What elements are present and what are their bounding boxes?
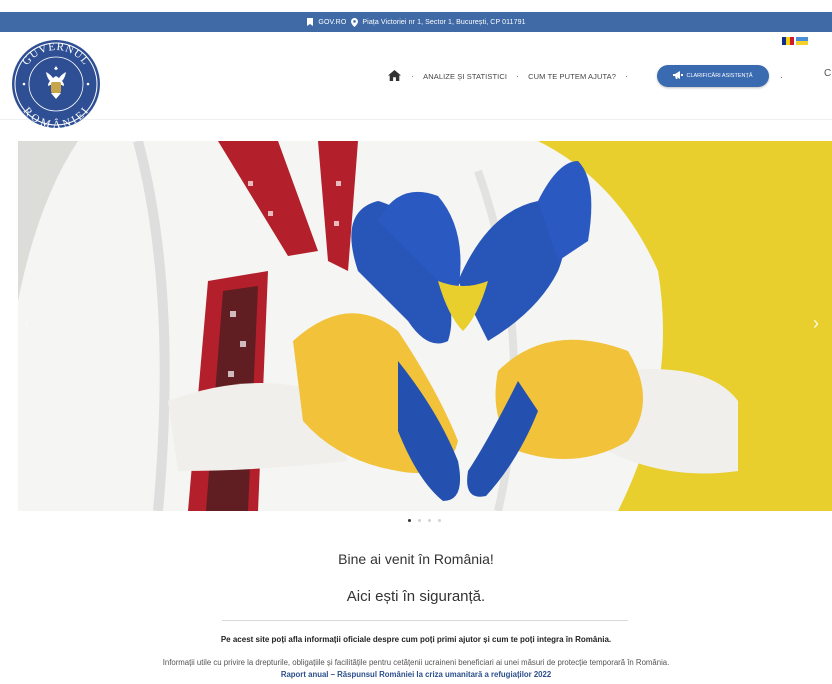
info-text: Informații utile cu privire la drepturil…	[162, 658, 670, 667]
megaphone-icon	[673, 71, 684, 81]
carousel-prev-button[interactable]: ‹	[24, 313, 30, 334]
hero-image	[18, 141, 832, 511]
bookmark-icon	[306, 18, 314, 27]
main-nav: · ANALIZE ȘI STATISTICI · CUM TE PUTEM A…	[388, 64, 637, 88]
map-pin-icon	[350, 17, 358, 27]
ukrainian-flag-icon[interactable]	[796, 37, 808, 45]
carousel-dot[interactable]	[428, 519, 431, 522]
nav-overflow-text[interactable]: C	[824, 68, 831, 79]
government-logo[interactable]: GUVERNUL ROMÂNIEI	[10, 38, 102, 131]
welcome-subtitle: Aici ești în siguranță.	[346, 588, 486, 605]
carousel-dot[interactable]	[438, 519, 441, 522]
nav-separator: ·	[625, 71, 629, 81]
carousel-dot[interactable]	[418, 519, 421, 522]
gov-ro-link[interactable]: GOV.RO	[318, 19, 346, 26]
address-text: Piața Victoriei nr 1, Sector 1, Bucureșt…	[362, 18, 526, 26]
nav-item-analize[interactable]: ANALIZE ȘI STATISTICI	[423, 72, 507, 81]
language-switcher	[782, 37, 808, 45]
site-header: GUVERNUL ROMÂNIEI · ANALIZE ȘI STATISTIC…	[0, 32, 832, 131]
hero-carousel[interactable]: ‹ ›	[18, 141, 832, 511]
nav-separator: ·	[411, 71, 415, 81]
divider	[222, 620, 628, 621]
nav-separator: ·	[516, 71, 520, 81]
nav-item-cum-te-putem-ajuta[interactable]: CUM TE PUTEM AJUTA?	[528, 72, 616, 81]
top-info-bar: GOV.RO Piața Victoriei nr 1, Sector 1, B…	[0, 12, 832, 32]
romanian-flag-icon[interactable]	[782, 37, 794, 45]
annual-report-link[interactable]: Raport anual – Răspunsul României la cri…	[0, 670, 832, 679]
carousel-dot[interactable]	[408, 519, 411, 522]
carousel-next-button[interactable]: ›	[813, 313, 819, 334]
carousel-indicators	[408, 519, 441, 522]
home-icon[interactable]	[388, 70, 402, 82]
welcome-title: Bine ai venit în România!	[338, 551, 494, 567]
clarificari-asistenta-label: CLARIFICĂRI ASISTENȚĂ	[686, 73, 753, 79]
intro-text: Pe acest site poți afla informații ofici…	[220, 635, 612, 644]
nav-separator: ·	[780, 72, 783, 82]
clarificari-asistenta-button[interactable]: CLARIFICĂRI ASISTENȚĂ	[657, 65, 769, 87]
